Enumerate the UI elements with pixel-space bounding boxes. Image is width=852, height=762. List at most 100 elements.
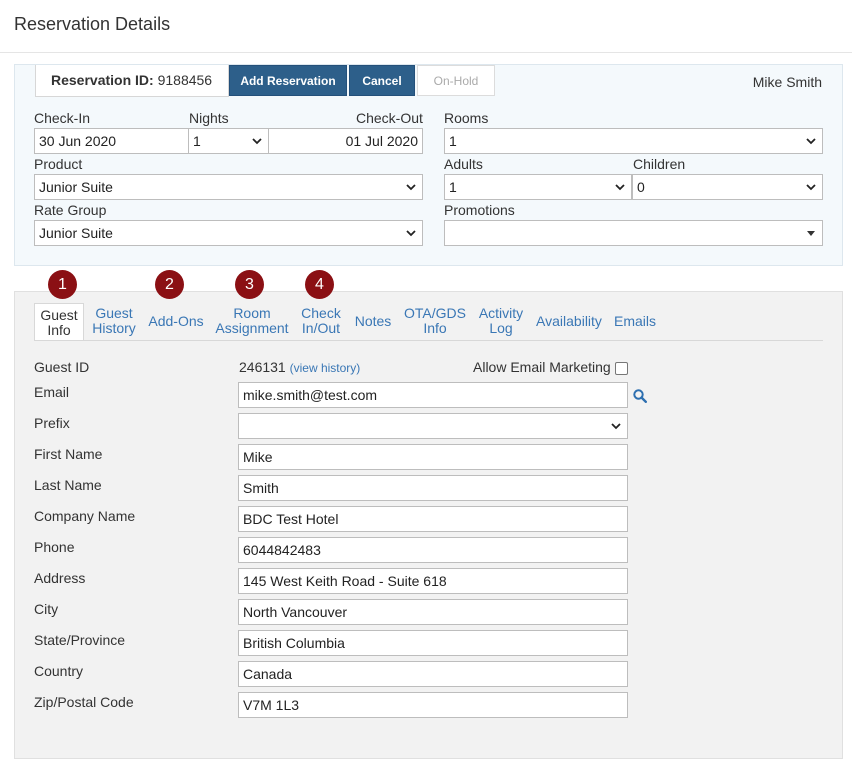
children-select[interactable]: 0 xyxy=(632,174,823,200)
tab-notes[interactable]: Notes xyxy=(352,314,394,329)
tab-label: Emails xyxy=(613,313,656,329)
tab-label: Availability xyxy=(536,313,602,329)
tab-activity-log[interactable]: Activity Log xyxy=(476,306,526,336)
city-field[interactable]: North Vancouver xyxy=(238,599,628,625)
step-badge-4: 4 xyxy=(305,270,334,299)
tab-ota-gds-info[interactable]: OTA/GDS Info xyxy=(403,306,467,336)
tab-label: Log xyxy=(489,320,513,336)
step-badge-2: 2 xyxy=(155,270,184,299)
add-reservation-button[interactable]: Add Reservation xyxy=(229,65,347,96)
tab-label: Notes xyxy=(354,313,392,329)
caret-down-icon xyxy=(807,231,815,236)
check-in-label: Check-In xyxy=(34,110,91,126)
rooms-select[interactable]: 1 xyxy=(444,128,823,154)
tab-availability[interactable]: Availability xyxy=(535,314,603,329)
title-divider xyxy=(0,52,852,53)
rate-group-label: Rate Group xyxy=(34,202,107,218)
first-name-label: First Name xyxy=(34,446,103,462)
email-field[interactable]: mike.smith@test.com xyxy=(238,382,628,408)
tab-emails[interactable]: Emails xyxy=(612,314,658,329)
tab-label: Info xyxy=(423,320,447,336)
guest-id-value: 246131 (view history) xyxy=(239,359,360,375)
country-label: Country xyxy=(34,663,84,679)
children-value: 0 xyxy=(637,179,645,195)
children-label: Children xyxy=(633,156,686,172)
last-name-field[interactable]: Smith xyxy=(238,475,628,501)
nights-label: Nights xyxy=(189,110,229,126)
rooms-value: 1 xyxy=(449,133,457,149)
tab-label: Activity xyxy=(478,305,524,321)
step-badge-3: 3 xyxy=(235,270,264,299)
chevron-down-icon xyxy=(806,138,816,145)
guest-id-number: 246131 xyxy=(239,359,286,375)
company-name-field[interactable]: BDC Test Hotel xyxy=(238,506,628,532)
tab-guest-info[interactable]: Guest Info xyxy=(34,303,84,341)
city-label: City xyxy=(34,601,59,617)
email-label: Email xyxy=(34,384,70,400)
phone-label: Phone xyxy=(34,539,75,555)
last-name-label: Last Name xyxy=(34,477,102,493)
promotions-label: Promotions xyxy=(444,202,515,218)
tab-label: Guest xyxy=(95,305,133,321)
state-province-field[interactable]: British Columbia xyxy=(238,630,628,656)
adults-value: 1 xyxy=(449,179,457,195)
tab-label: Room xyxy=(233,305,271,321)
tab-label: History xyxy=(92,320,136,336)
tab-label: Info xyxy=(47,322,71,338)
tab-add-ons[interactable]: Add-Ons xyxy=(146,314,206,329)
phone-field[interactable]: 6044842483 xyxy=(238,537,628,563)
tab-label: In/Out xyxy=(301,320,341,336)
reservation-id-box: Reservation ID: 9188456 xyxy=(35,65,229,97)
product-select[interactable]: Junior Suite xyxy=(34,174,423,200)
check-in-input[interactable]: 30 Jun 2020 xyxy=(34,128,189,154)
reservation-id-value: 9188456 xyxy=(157,72,213,88)
on-hold-button[interactable]: On-Hold xyxy=(417,65,495,96)
prefix-label: Prefix xyxy=(34,415,70,431)
chevron-down-icon xyxy=(615,184,625,191)
chevron-down-icon xyxy=(252,138,262,145)
check-out-label: Check-Out xyxy=(356,110,423,126)
tabs-divider xyxy=(34,340,823,341)
address-field[interactable]: 145 West Keith Road - Suite 618 xyxy=(238,568,628,594)
nights-select[interactable]: 1 xyxy=(188,128,269,154)
tab-label: Add-Ons xyxy=(148,313,204,329)
tab-room-assignment[interactable]: Room Assignment xyxy=(214,306,290,336)
tab-label: Assignment xyxy=(215,320,289,336)
nights-value: 1 xyxy=(193,133,201,149)
search-icon[interactable] xyxy=(633,389,647,403)
chevron-down-icon xyxy=(406,184,416,191)
chevron-down-icon xyxy=(406,230,416,237)
address-label: Address xyxy=(34,570,86,586)
state-province-label: State/Province xyxy=(34,632,126,648)
adults-label: Adults xyxy=(444,156,483,172)
product-label: Product xyxy=(34,156,83,172)
rate-group-select[interactable]: Junior Suite xyxy=(34,220,423,246)
view-history-link[interactable]: (view history) xyxy=(290,361,361,375)
first-name-field[interactable]: Mike xyxy=(238,444,628,470)
zip-postal-code-field[interactable]: V7M 1L3 xyxy=(238,692,628,718)
chevron-down-icon xyxy=(611,423,621,430)
cancel-button[interactable]: Cancel xyxy=(349,65,415,96)
prefix-select[interactable] xyxy=(238,413,628,439)
tab-label: OTA/GDS xyxy=(404,305,466,321)
reservation-id-label: Reservation ID: xyxy=(51,72,154,88)
company-name-label: Company Name xyxy=(34,508,136,524)
tab-check-in-out[interactable]: Check In/Out xyxy=(298,306,344,336)
check-out-input[interactable]: 01 Jul 2020 xyxy=(268,128,423,154)
page-title: Reservation Details xyxy=(14,14,171,34)
allow-email-marketing-checkbox[interactable] xyxy=(615,362,628,375)
tab-label: Check xyxy=(301,305,341,321)
step-badge-1: 1 xyxy=(48,270,77,299)
rooms-label: Rooms xyxy=(444,110,489,126)
tab-label: Guest xyxy=(40,307,78,323)
tab-guest-history[interactable]: Guest History xyxy=(88,306,140,336)
allow-email-marketing-label: Allow Email Marketing xyxy=(473,359,611,375)
user-name: Mike Smith xyxy=(752,74,822,90)
product-value: Junior Suite xyxy=(39,179,113,195)
country-field[interactable]: Canada xyxy=(238,661,628,687)
rate-group-value: Junior Suite xyxy=(39,225,113,241)
promotions-select[interactable] xyxy=(444,220,823,246)
zip-postal-code-label: Zip/Postal Code xyxy=(34,694,134,710)
guest-id-label: Guest ID xyxy=(34,359,90,375)
adults-select[interactable]: 1 xyxy=(444,174,632,200)
